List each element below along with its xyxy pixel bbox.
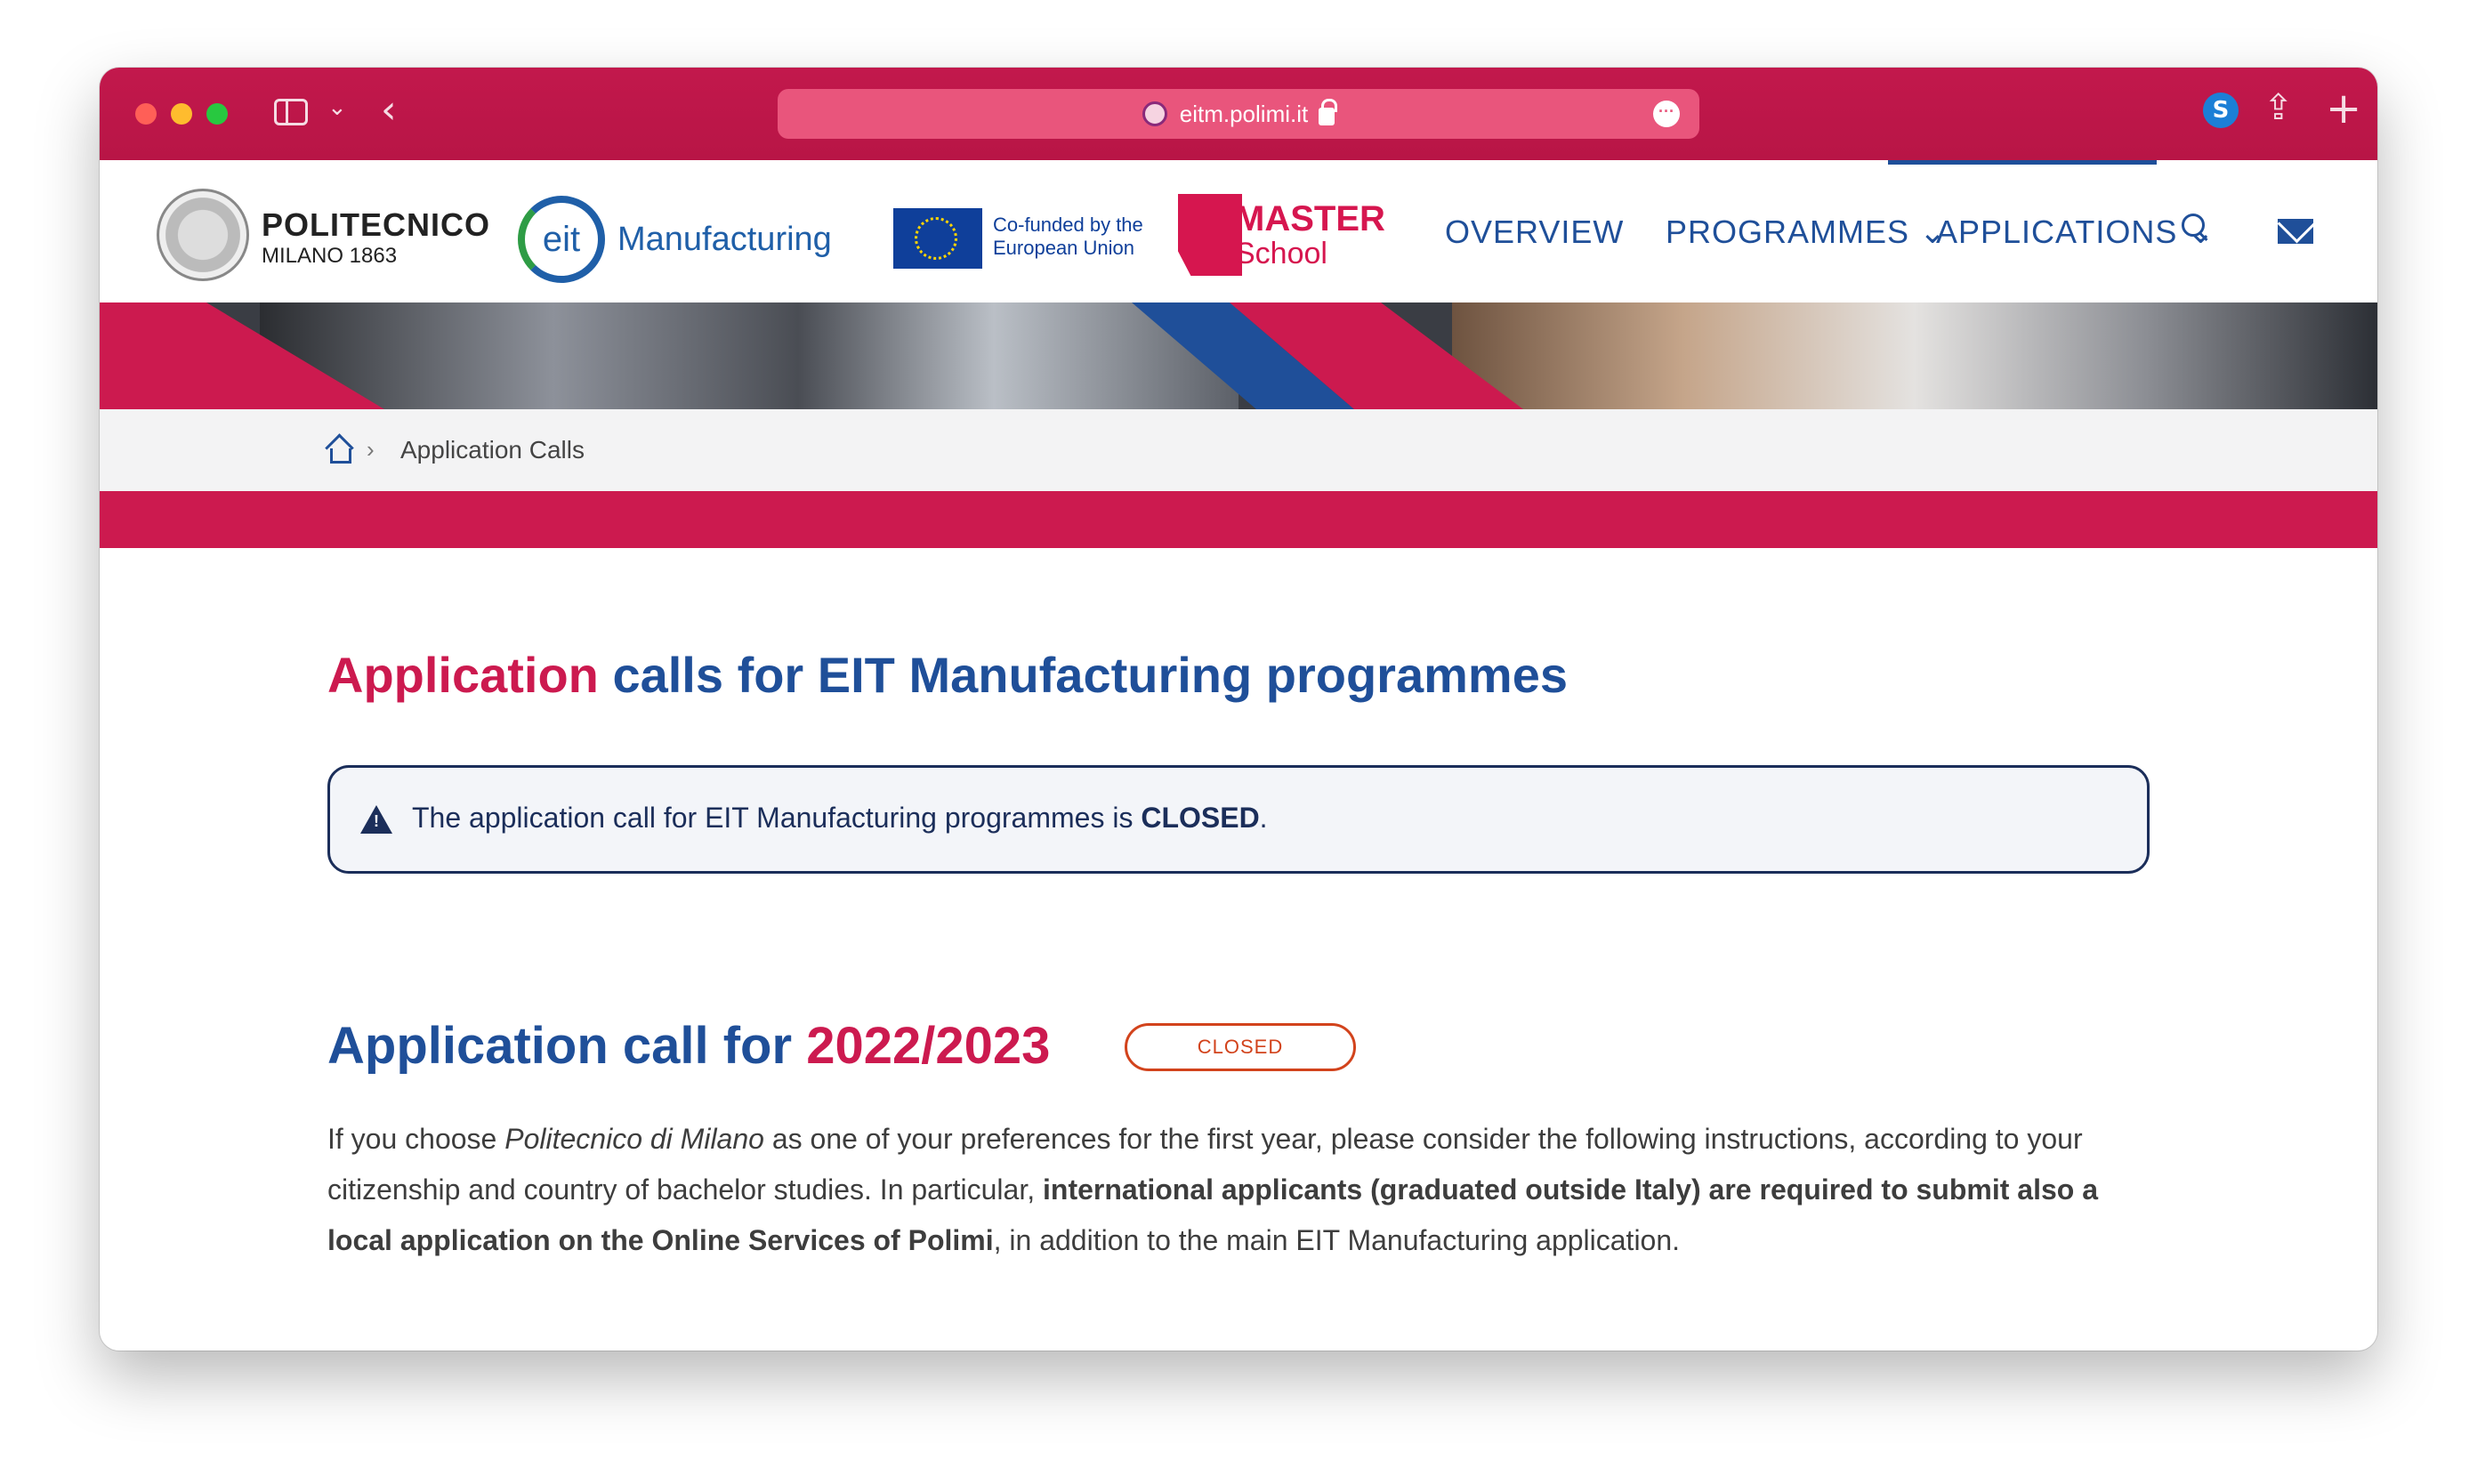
section-title: Application call for 2022/2023 [327,1016,1050,1076]
home-icon[interactable] [326,436,351,464]
close-window-button[interactable] [135,103,157,125]
minimize-window-button[interactable] [171,103,192,125]
sidebar-icon[interactable] [274,99,308,125]
page-title-accent: Application [327,647,599,703]
warning-icon [360,805,392,834]
address-bar[interactable]: eitm.polimi.it ··· [778,89,1699,139]
hero-banner [100,302,2377,409]
mail-icon[interactable] [2278,219,2313,244]
nav-programmes-label: PROGRAMMES [1666,214,1910,250]
section-title-prefix: Application call for [327,1017,793,1075]
search-icon[interactable] [2182,214,2210,242]
notice-status: CLOSED [1141,802,1260,834]
lock-icon [1319,99,1338,125]
breadcrumb: › Application Calls [100,409,2377,491]
master-school-logo-bottom[interactable]: School [1235,237,1327,271]
browser-window: ⌄ ‹ eitm.polimi.it ··· S ⇪ + POLITECNICO… [100,68,2377,1351]
site-header: POLITECNICO MILANO 1863 eit Manufacturin… [100,160,2377,302]
breadcrumb-current: Application Calls [400,436,585,464]
share-icon[interactable]: ⇪ [2263,87,2294,128]
status-badge: CLOSED [1125,1023,1356,1071]
banner-photo-lab [260,302,1238,409]
closed-notice-box: The application call for EIT Manufacturi… [327,765,2150,874]
zoom-window-button[interactable] [206,103,228,125]
nav-programmes[interactable]: PROGRAMMES ⌄ [1666,214,1947,251]
instructions-paragraph: If you choose Politecnico di Milano as o… [327,1123,2098,1256]
extension-icon[interactable]: S [2203,93,2239,128]
polimi-logo-name[interactable]: POLITECNICO [262,206,490,244]
more-options-icon[interactable]: ··· [1653,101,1680,127]
section-year: 2022/2023 [806,1017,1051,1075]
breadcrumb-separator: › [367,436,375,463]
notice-text: The application call for EIT Manufacturi… [412,802,1268,834]
master-school-logo-top[interactable]: MASTER [1235,199,1385,239]
page-title: Application calls for EIT Manufacturing … [327,646,1568,704]
eit-logo-mark[interactable]: eit [518,196,605,283]
nav-active-indicator [1888,160,2157,165]
nav-overview[interactable]: OVERVIEW [1445,214,1624,251]
new-tab-icon[interactable]: + [2326,84,2361,133]
eit-manufacturing-logo[interactable]: Manufacturing [617,221,832,259]
banner-photo-meeting [1452,302,2377,409]
back-arrow-icon[interactable]: ‹ [381,87,397,133]
browser-toolbar: ⌄ ‹ eitm.polimi.it ··· S ⇪ + [100,68,2377,160]
red-divider-band [100,491,2377,548]
polimi-logo-sub[interactable]: MILANO 1863 [262,244,397,269]
chevron-down-icon[interactable]: ⌄ [327,94,347,121]
polimi-seal-logo[interactable] [157,189,249,281]
nav-applications-label: APPLICATIONS [1936,214,2178,250]
master-school-logo-mark[interactable] [1178,194,1242,276]
site-favicon-icon [1142,101,1167,126]
nav-applications[interactable]: APPLICATIONS ⌄ [1936,214,2215,251]
page-title-rest: calls for EIT Manufacturing programmes [612,647,1568,703]
eu-flag-icon [893,208,982,269]
eu-cofunded-text: Co-funded by the European Union [993,214,1143,259]
url-text: eitm.polimi.it [1179,100,1309,127]
